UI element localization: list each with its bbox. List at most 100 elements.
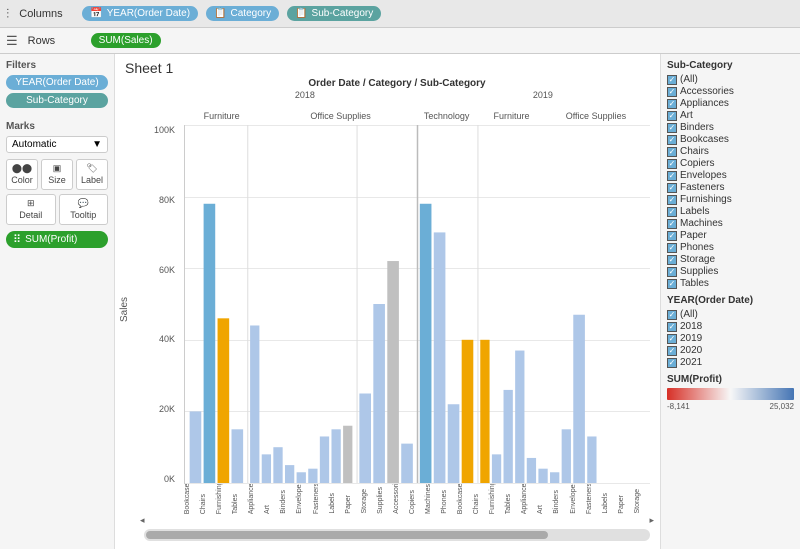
year-2018[interactable]: 2018 xyxy=(667,321,794,332)
size-btn[interactable]: ▣ Size xyxy=(41,159,73,190)
cat-tech-2018: Technology xyxy=(412,111,481,121)
rs-item-bookcases[interactable]: Bookcases xyxy=(667,134,794,145)
scroll-left-icon[interactable]: ◂ xyxy=(140,515,145,526)
columns-label: Columns xyxy=(19,8,74,20)
subcategory-filter[interactable]: Sub-Category xyxy=(6,93,108,108)
year-filter[interactable]: YEAR(Order Date) xyxy=(6,75,108,90)
checkbox-supplies[interactable] xyxy=(667,267,677,277)
rs-item-tables[interactable]: Tables xyxy=(667,278,794,289)
rs-item-paper[interactable]: Paper xyxy=(667,230,794,241)
size-icon: ▣ xyxy=(53,163,62,174)
rs-item-supplies[interactable]: Supplies xyxy=(667,266,794,277)
tooltip-btn[interactable]: 💬 Tooltip xyxy=(59,194,109,225)
x-label-storage1: Storage xyxy=(361,487,377,514)
checkbox-bookcases[interactable] xyxy=(667,135,677,145)
checkbox-furnishings[interactable] xyxy=(667,195,677,205)
right-sidebar: Sub-Category (All) Accessories Appliance… xyxy=(660,54,800,549)
x-label-art1: Art xyxy=(264,503,280,514)
rs-item-chairs[interactable]: Chairs xyxy=(667,146,794,157)
calendar-icon: 📅 xyxy=(90,8,102,19)
checkbox-2018[interactable] xyxy=(667,322,677,332)
checkbox-accessories[interactable] xyxy=(667,87,677,97)
year-2020[interactable]: 2020 xyxy=(667,345,794,356)
x-label-phones1: Phones xyxy=(441,488,457,514)
y-ticks: 100K 80K 60K 40K 20K 0K xyxy=(144,125,179,484)
columns-bar: ⫶ Columns 📅 YEAR(Order Date) 📋 Category … xyxy=(0,0,800,28)
cat-office-2019: Office Supplies xyxy=(542,111,650,121)
sum-profit-pill[interactable]: ⠿ SUM(Profit) xyxy=(6,231,108,248)
checkbox-copiers[interactable] xyxy=(667,159,677,169)
category-pill[interactable]: 📋 Category xyxy=(206,6,279,21)
cat-office-2018: Office Supplies xyxy=(269,111,412,121)
year-order-date-pill[interactable]: 📅 YEAR(Order Date) xyxy=(82,6,198,21)
x-label-machines1: Machines xyxy=(425,484,441,514)
x-label-binders2: Binders xyxy=(553,488,569,514)
color-circles-icon: ⬤⬤ xyxy=(12,163,32,174)
dots-icon: ⠿ xyxy=(13,233,21,246)
rs-item-fasteners[interactable]: Fasteners xyxy=(667,182,794,193)
rs-item-art[interactable]: Art xyxy=(667,110,794,121)
marks-title: Marks xyxy=(6,121,108,132)
rs-item-envelopes[interactable]: Envelopes xyxy=(667,170,794,181)
chart-area: Sheet 1 Sales Order Date / Category / Su… xyxy=(115,54,660,549)
checkbox-storage[interactable] xyxy=(667,255,677,265)
rs-item-appliances[interactable]: Appliances xyxy=(667,98,794,109)
year-2021[interactable]: 2021 xyxy=(667,357,794,368)
checkbox-fasteners[interactable] xyxy=(667,183,677,193)
checkbox-binders[interactable] xyxy=(667,123,677,133)
sum-sales-pill[interactable]: SUM(Sales) xyxy=(91,33,161,48)
marks-dropdown[interactable]: Automatic ▼ xyxy=(6,136,108,153)
cat-furniture-2018: Furniture xyxy=(174,111,269,121)
rs-item-accessories[interactable]: Accessories xyxy=(667,86,794,97)
x-label-envelopes2: Envelopes xyxy=(570,484,586,514)
checkbox-chairs[interactable] xyxy=(667,147,677,157)
rs-item-furnishings[interactable]: Furnishings xyxy=(667,194,794,205)
y-tick-40k: 40K xyxy=(159,334,175,344)
checkbox-phones[interactable] xyxy=(667,243,677,253)
label-btn[interactable]: 🏷 Label xyxy=(76,159,108,190)
checkbox-art[interactable] xyxy=(667,111,677,121)
sub-category-pill[interactable]: 📋 Sub-Category xyxy=(287,6,381,21)
chart-scrollbar[interactable] xyxy=(144,529,650,541)
rs-item-labels[interactable]: Labels xyxy=(667,206,794,217)
checkbox-labels[interactable] xyxy=(667,207,677,217)
year-2018-label: 2018 xyxy=(174,89,436,101)
rs-item-storage[interactable]: Storage xyxy=(667,254,794,265)
detail-btn[interactable]: ⊞ Detail xyxy=(6,194,56,225)
sum-profit-legend-title: SUM(Profit) xyxy=(667,374,794,385)
scroll-right-icon[interactable]: ▸ xyxy=(649,515,654,526)
checkbox-machines[interactable] xyxy=(667,219,677,229)
dropdown-arrow: ▼ xyxy=(92,139,102,150)
x-label-chairs2: Chairs xyxy=(473,492,489,514)
checkbox-all[interactable] xyxy=(667,75,677,85)
color-btn[interactable]: ⬤⬤ Color xyxy=(6,159,38,190)
main-container: ⫶ Columns 📅 YEAR(Order Date) 📋 Category … xyxy=(0,0,800,549)
checkbox-2021[interactable] xyxy=(667,358,677,368)
legend-min: -8,141 xyxy=(667,402,690,411)
checkbox-appliances[interactable] xyxy=(667,99,677,109)
rs-item-binders[interactable]: Binders xyxy=(667,122,794,133)
rs-item-machines[interactable]: Machines xyxy=(667,218,794,229)
y-axis-label: Sales xyxy=(115,78,134,541)
checkbox-2019[interactable] xyxy=(667,334,677,344)
marks-icons: ⬤⬤ Color ▣ Size 🏷 Label xyxy=(6,159,108,190)
rs-item-copiers[interactable]: Copiers xyxy=(667,158,794,169)
checkbox-tables[interactable] xyxy=(667,279,677,289)
left-sidebar: Filters YEAR(Order Date) Sub-Category Ma… xyxy=(0,54,115,549)
rs-item-phones[interactable]: Phones xyxy=(667,242,794,253)
scrollbar-thumb xyxy=(146,531,548,539)
year-all[interactable]: (All) xyxy=(667,309,794,320)
detail-icon: ⊞ xyxy=(27,198,35,209)
rows-bar: ☰ Rows SUM(Sales) xyxy=(0,28,800,54)
checkbox-2020[interactable] xyxy=(667,346,677,356)
checkbox-paper[interactable] xyxy=(667,231,677,241)
rs-item-all[interactable]: (All) xyxy=(667,74,794,85)
checkbox-year-all[interactable] xyxy=(667,310,677,320)
year-2019[interactable]: 2019 xyxy=(667,333,794,344)
x-label-art2: Art xyxy=(537,503,553,514)
checkbox-envelopes[interactable] xyxy=(667,171,677,181)
x-label-copiers1: Copiers xyxy=(409,488,425,514)
y-tick-80k: 80K xyxy=(159,195,175,205)
x-label-paper1: Paper xyxy=(345,493,361,514)
x-label-bookcases: Bookcases xyxy=(184,484,200,514)
